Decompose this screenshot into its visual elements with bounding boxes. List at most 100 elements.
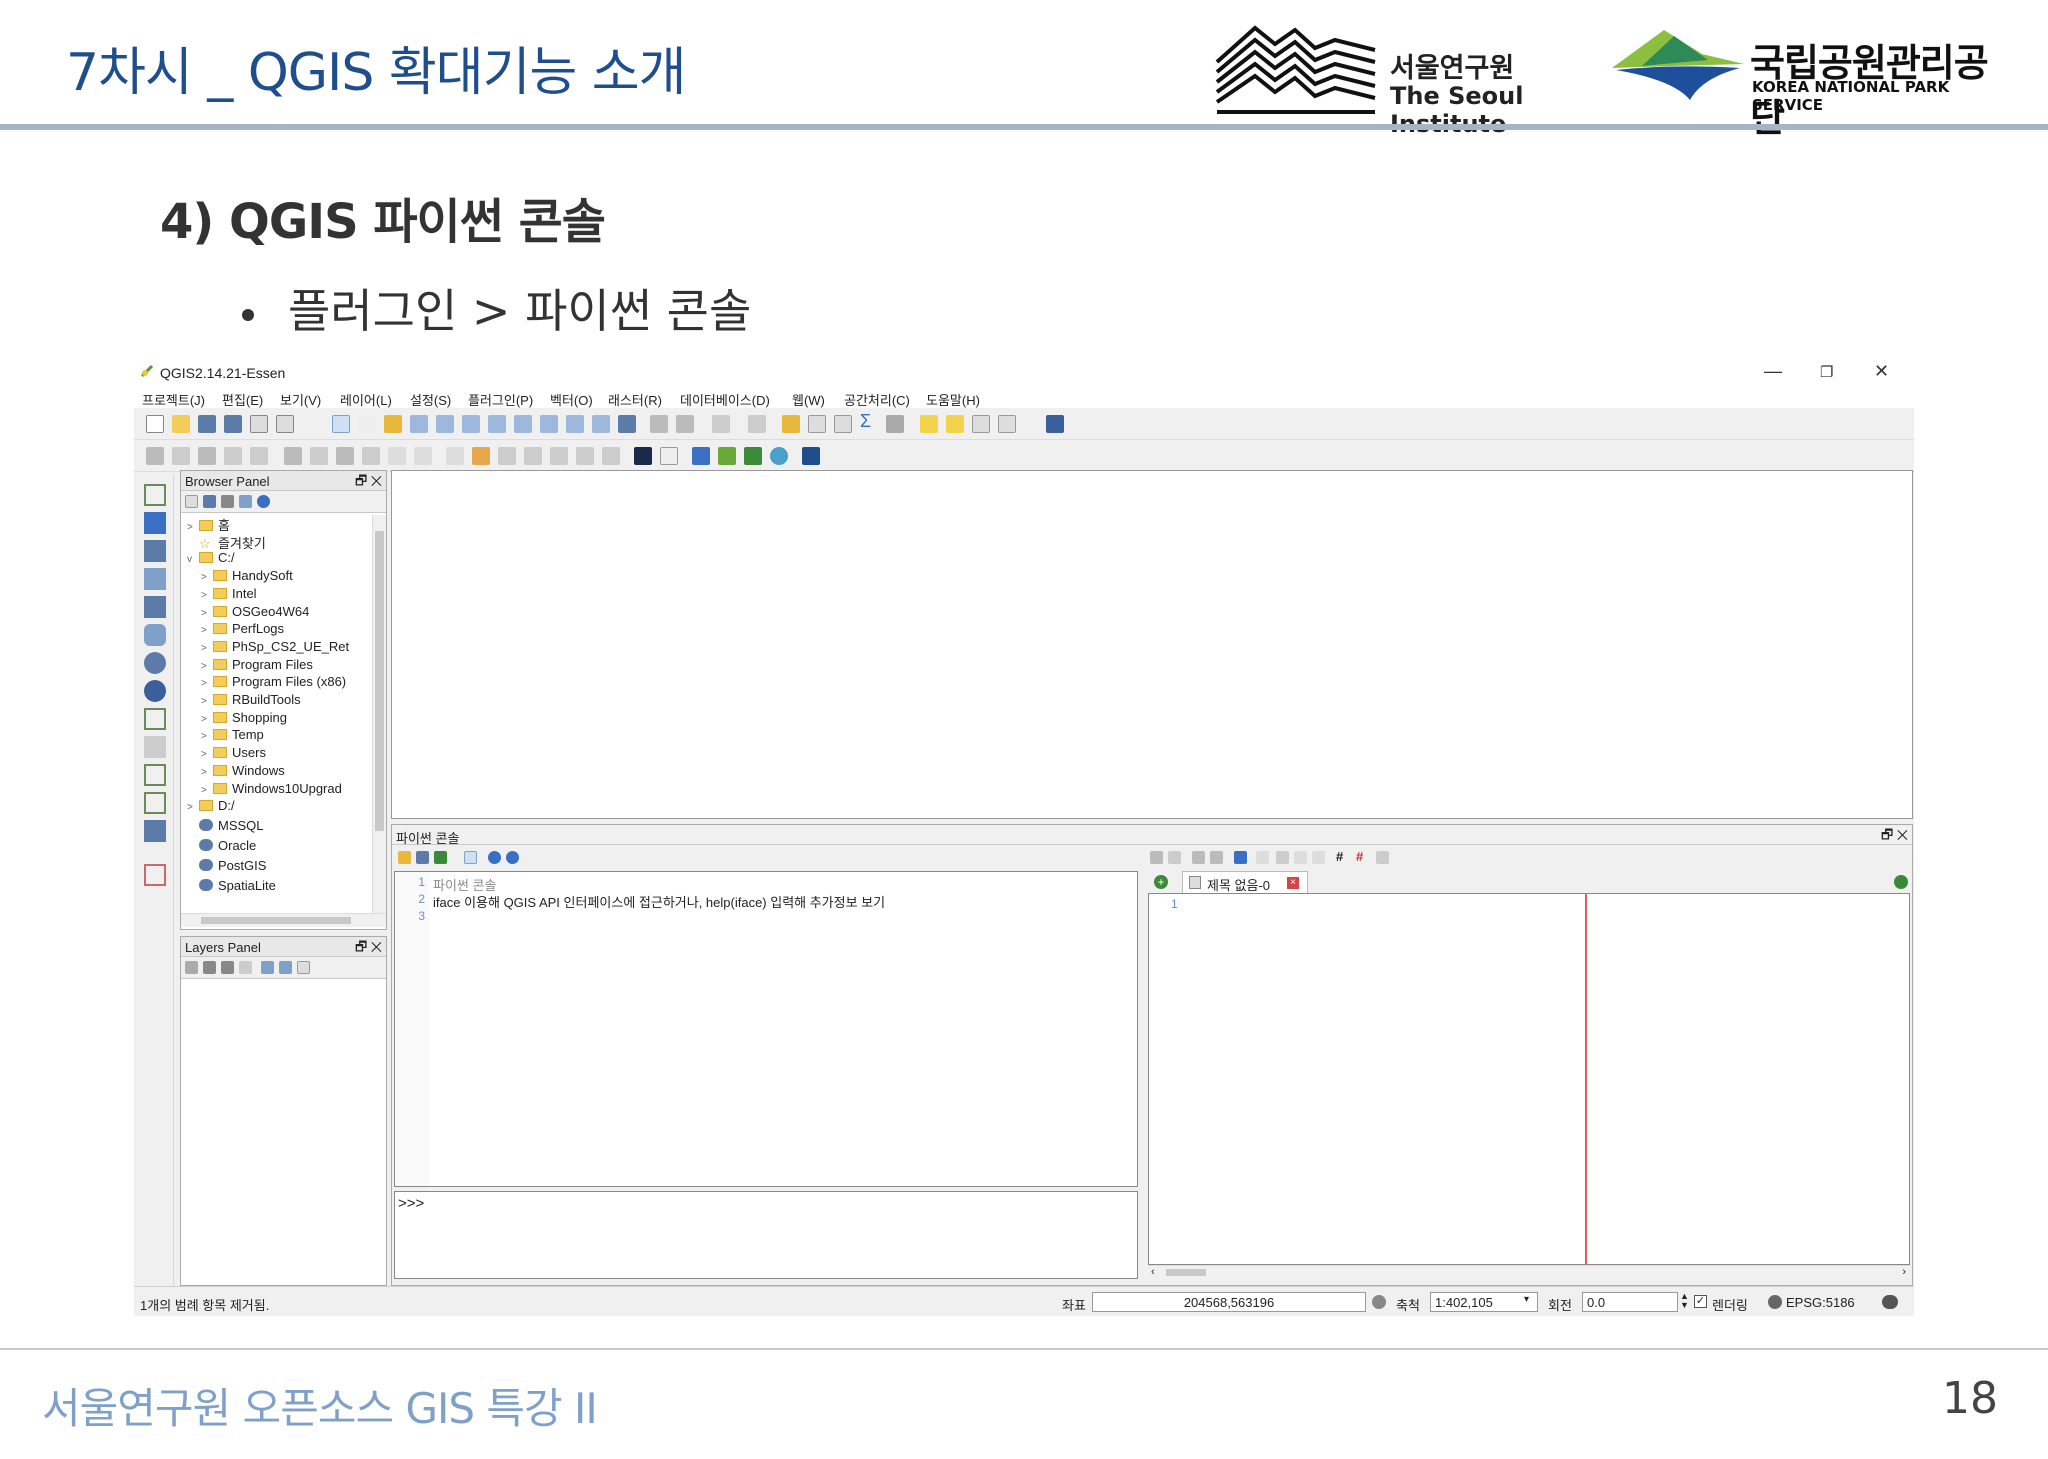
filter-legend-icon[interactable] <box>221 961 234 974</box>
zoom-to-layer-icon[interactable] <box>540 415 558 433</box>
add-spatialite-layer-icon[interactable] <box>144 568 166 590</box>
menu-vector[interactable]: 벡터(O) <box>550 390 593 409</box>
import-class-icon[interactable] <box>416 851 429 864</box>
toggle-extents-icon[interactable] <box>1372 1295 1386 1309</box>
copy-text-icon[interactable] <box>1294 851 1307 864</box>
open-external-editor-icon[interactable] <box>1168 851 1181 864</box>
menu-settings[interactable]: 설정(S) <box>410 390 451 409</box>
label-move-icon[interactable] <box>550 447 568 465</box>
show-editor-icon[interactable] <box>464 851 477 864</box>
browser-horizontal-scrollbar[interactable] <box>181 913 386 927</box>
help-console-icon[interactable] <box>506 851 519 864</box>
raster-plugin-icon[interactable] <box>718 447 736 465</box>
add-group-icon[interactable] <box>203 961 216 974</box>
label-icon[interactable] <box>446 447 464 465</box>
add-circular-string-icon[interactable] <box>250 447 268 465</box>
expand-arrow-icon[interactable]: > <box>201 785 213 796</box>
collapse-arrow-icon[interactable]: v <box>187 554 199 565</box>
tree-item[interactable]: > Intel <box>201 586 257 603</box>
rotation-stepper-icon[interactable]: ▲ ▼ <box>1680 1292 1689 1310</box>
collapse-all-layers-icon[interactable] <box>279 961 292 974</box>
console-input[interactable]: >>> <box>394 1191 1138 1279</box>
tree-item[interactable]: PostGIS <box>187 858 266 875</box>
identify-dropdown-icon[interactable] <box>676 415 694 433</box>
zoom-last-icon[interactable] <box>566 415 584 433</box>
text-annotation-icon[interactable] <box>998 415 1016 433</box>
expand-arrow-icon[interactable]: > <box>187 522 199 533</box>
open-project-icon[interactable] <box>172 415 190 433</box>
refresh-icon[interactable] <box>618 415 636 433</box>
expand-arrow-icon[interactable]: > <box>201 678 213 689</box>
zoom-next-icon[interactable] <box>592 415 610 433</box>
add-postgis-layer-icon[interactable] <box>144 540 166 562</box>
identify-icon[interactable] <box>650 415 668 433</box>
tree-item[interactable]: SpatiaLite <box>187 878 276 895</box>
add-oracle-layer-icon[interactable] <box>144 624 166 646</box>
processing-toolbox-icon[interactable] <box>802 447 820 465</box>
zoom-to-selection-icon[interactable] <box>514 415 532 433</box>
tree-item[interactable]: > OSGeo4W64 <box>201 604 309 621</box>
new-shapefile-icon[interactable] <box>144 792 166 814</box>
collapse-all-icon[interactable] <box>239 495 252 508</box>
add-vector-layer-icon[interactable] <box>144 484 166 506</box>
remove-layer-icon[interactable] <box>297 961 310 974</box>
select-features-icon[interactable] <box>712 415 730 433</box>
add-selected-icon[interactable] <box>185 495 198 508</box>
menu-layer[interactable]: 레이어(L) <box>340 390 392 409</box>
new-bookmark-icon[interactable] <box>946 415 964 433</box>
pan-hand-icon[interactable] <box>358 415 376 433</box>
scale-combobox[interactable]: 1:402,105 <box>1430 1292 1538 1312</box>
comment-icon[interactable]: # <box>1336 849 1349 864</box>
label-show-hide-icon[interactable] <box>524 447 542 465</box>
pan-to-selection-icon[interactable] <box>384 415 402 433</box>
layer-styling-icon[interactable] <box>185 961 198 974</box>
tree-item[interactable]: > PerfLogs <box>201 621 284 638</box>
add-tab-icon[interactable]: + <box>1154 875 1168 889</box>
map-tips-icon[interactable] <box>920 415 938 433</box>
deselect-icon[interactable] <box>782 415 800 433</box>
find-text-icon[interactable] <box>1256 851 1269 864</box>
create-layer-icon[interactable] <box>144 820 166 842</box>
add-mssql-layer-icon[interactable] <box>144 596 166 618</box>
cut-text-icon[interactable] <box>1276 851 1289 864</box>
tree-item[interactable]: MSSQL <box>187 818 264 835</box>
expand-arrow-icon[interactable]: > <box>201 590 213 601</box>
menu-help[interactable]: 도움말(H) <box>926 390 980 409</box>
tree-item[interactable]: > 홈 <box>187 515 230 533</box>
tree-item[interactable]: > HandySoft <box>201 568 293 585</box>
info-icon[interactable] <box>257 495 270 508</box>
tree-item[interactable]: > Program Files <box>201 657 313 674</box>
expand-arrow-icon[interactable]: > <box>201 696 213 707</box>
add-virtual-layer-icon[interactable] <box>144 764 166 786</box>
add-delimited-text-icon[interactable] <box>144 736 166 758</box>
field-calculator-icon[interactable] <box>834 415 852 433</box>
coordinate-field[interactable]: 204568,563196 <box>1092 1292 1366 1312</box>
paste-features-icon[interactable] <box>414 447 432 465</box>
expand-arrow-icon[interactable]: > <box>201 731 213 742</box>
attribute-table-icon[interactable] <box>808 415 826 433</box>
tree-item[interactable]: > RBuildTools <box>201 692 301 709</box>
messages-icon[interactable] <box>1882 1295 1898 1309</box>
object-inspector-icon[interactable] <box>1376 851 1389 864</box>
add-wfs-layer-icon[interactable] <box>144 680 166 702</box>
map-canvas[interactable] <box>391 470 1913 819</box>
expand-arrow-icon[interactable]: > <box>187 802 199 813</box>
new-print-composer-icon[interactable] <box>250 415 268 433</box>
save-project-icon[interactable] <box>198 415 216 433</box>
menu-plugins[interactable]: 플러그인(P) <box>468 390 533 409</box>
tree-item[interactable]: > Program Files (x86) <box>201 674 346 691</box>
close-button[interactable]: ✕ <box>1874 361 1889 382</box>
add-wcs-icon[interactable] <box>634 447 652 465</box>
terrain-plugin-icon[interactable] <box>744 447 762 465</box>
render-checkbox[interactable]: ✓ <box>1694 1295 1707 1308</box>
zoom-native-icon[interactable] <box>462 415 480 433</box>
expand-arrow-icon[interactable]: > <box>201 608 213 619</box>
add-csw-icon[interactable] <box>660 447 678 465</box>
close-tab-icon[interactable]: × <box>1287 877 1299 889</box>
scrollbar-thumb[interactable] <box>1166 1269 1206 1276</box>
statistics-sigma-icon[interactable]: Σ <box>860 411 878 431</box>
scale-dropdown-icon[interactable]: ▾ <box>1524 1294 1529 1305</box>
add-gps-layer-icon[interactable] <box>144 864 166 886</box>
expand-arrow-icon[interactable]: > <box>201 749 213 760</box>
expand-arrow-icon[interactable]: > <box>201 625 213 636</box>
